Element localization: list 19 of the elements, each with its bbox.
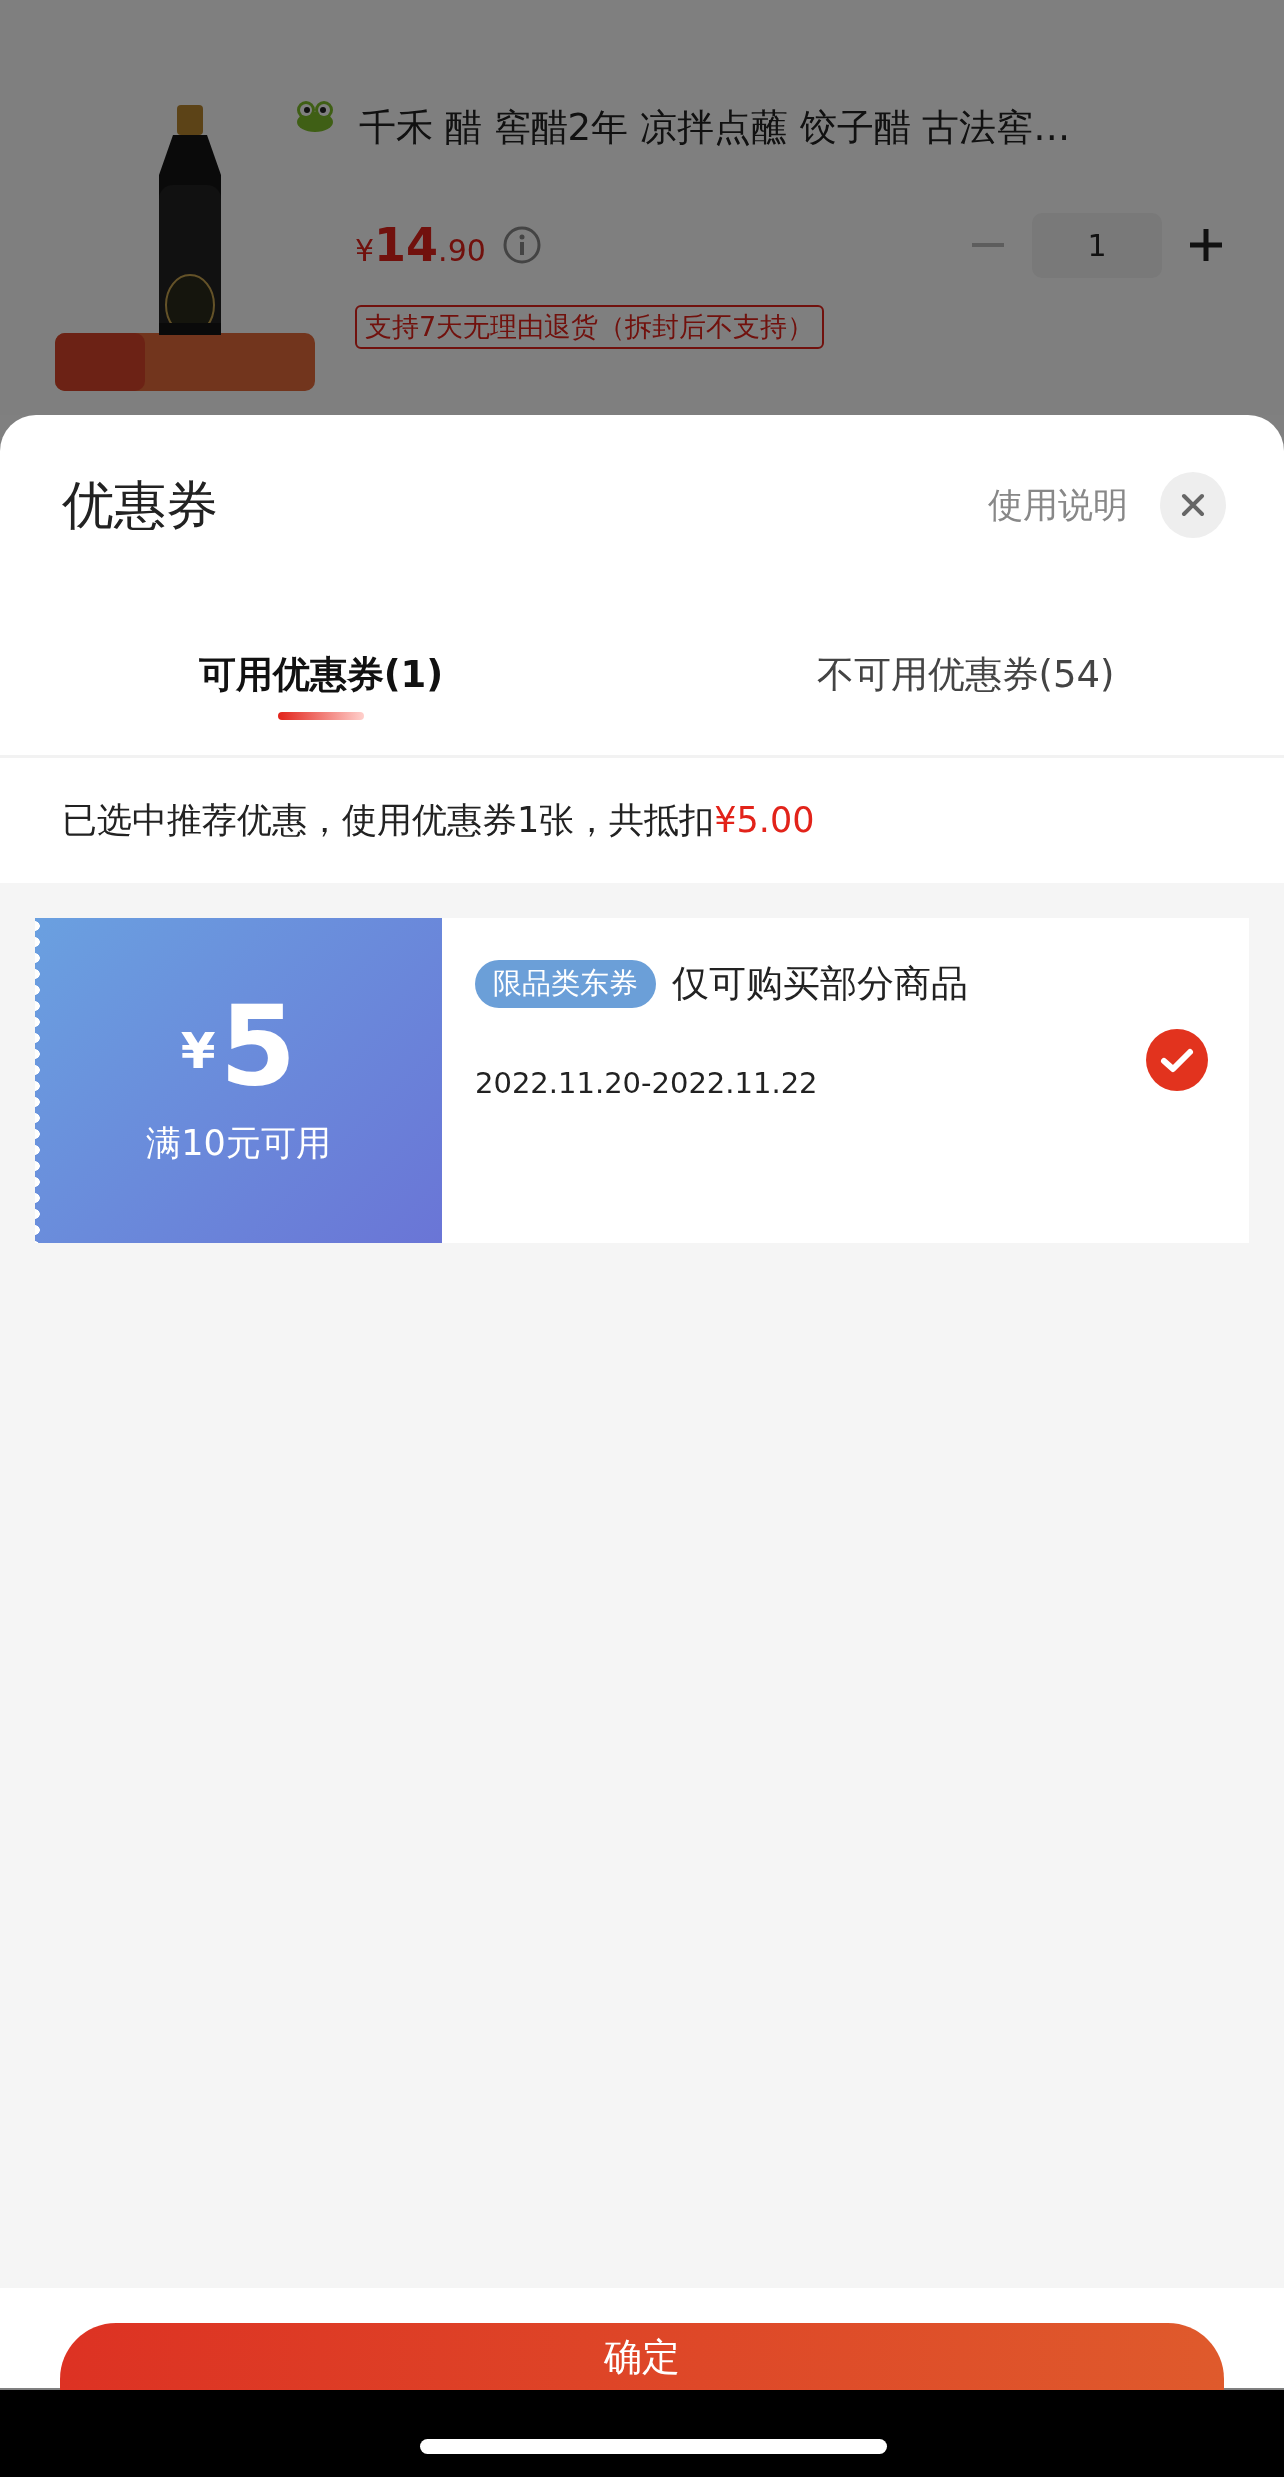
coupon-description: 仅可购买部分商品 <box>672 961 968 1007</box>
info-icon[interactable] <box>501 225 542 265</box>
tab[interactable]: 不可用优惠券(54) <box>816 595 1115 755</box>
product-title: 千禾 醋 窖醋2年 凉拌点蘸 饺子醋 古法窖… <box>359 105 1071 151</box>
coupon-condition: 满10元可用 <box>146 1122 331 1166</box>
return-policy-tag: 支持7天无理由退货（拆封后不支持） <box>355 304 825 349</box>
frog-icon <box>295 100 335 132</box>
price: ¥14.90 <box>355 216 486 274</box>
minus-icon <box>972 243 1004 247</box>
tab[interactable]: 可用优惠券(1) <box>198 595 444 755</box>
confirm-button[interactable]: 确定 <box>60 2323 1224 2390</box>
sheet-title: 优惠券 <box>62 474 218 537</box>
summary-text: 已选中推荐优惠，使用优惠券1张，共抵扣¥5.00 <box>62 799 815 843</box>
checked-icon[interactable] <box>1145 1027 1209 1092</box>
quantity-field[interactable]: 1 <box>1032 212 1162 278</box>
coupon-tag: 限品类东券 <box>475 960 656 1008</box>
help-link[interactable]: 使用说明 <box>988 478 1128 532</box>
coupon-amount: ¥5 <box>180 991 297 1102</box>
coupon-validity: 2022.11.20-2022.11.22 <box>475 1064 819 1102</box>
